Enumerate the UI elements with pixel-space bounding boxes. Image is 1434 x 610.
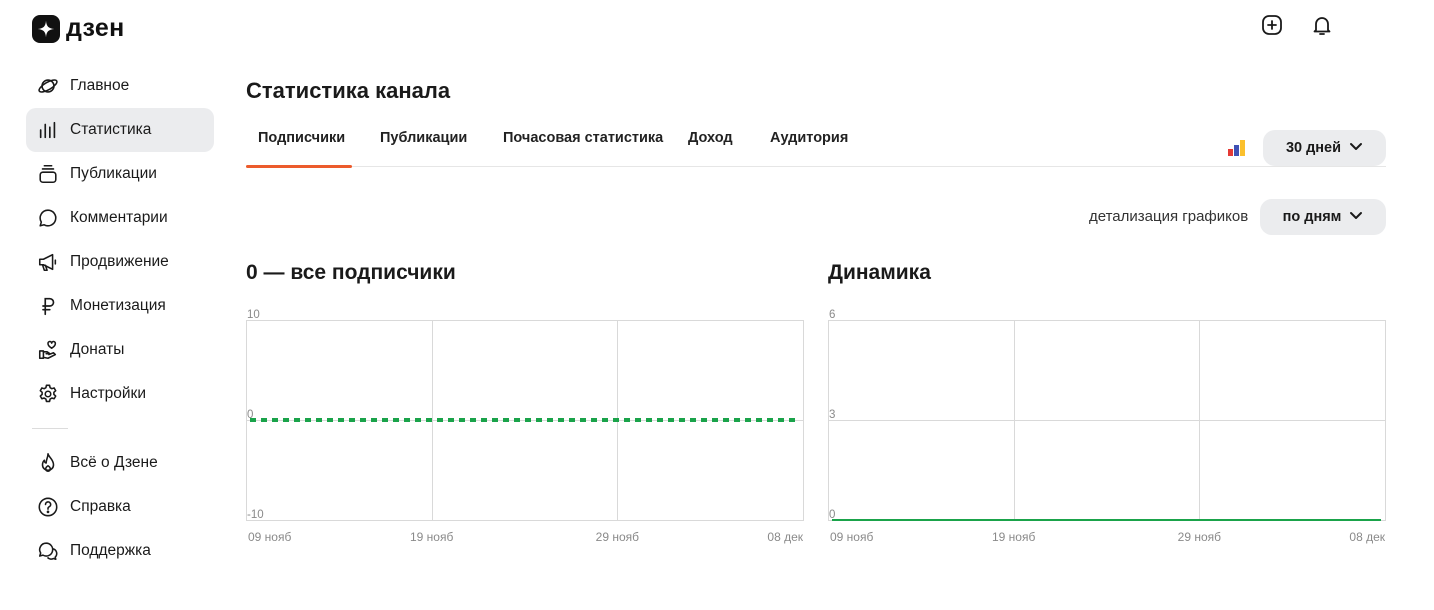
sidebar-item-label: Продвижение [70,253,169,270]
planet-icon [36,74,60,98]
sidebar-item-monetization[interactable]: Монетизация [26,284,214,328]
metrica-icon[interactable] [1228,140,1246,156]
chart-title-dynamics: Динамика [828,261,931,284]
x-tick-label: 09 нояб [830,530,873,544]
chat-bubbles-icon [36,539,60,563]
sidebar-item-label: Главное [70,77,130,94]
sidebar-item-settings[interactable]: Настройки [26,372,214,416]
bar-chart-icon [36,118,60,142]
detail-label: детализация графиков [1089,208,1249,225]
x-tick-label: 08 дек [1349,530,1385,544]
sidebar-item-about[interactable]: Всё о Дзене [26,441,214,485]
stack-icon [36,162,60,186]
topbar-actions [1259,12,1335,38]
dynamics-chart: 6 3 0 09 нояб 19 нояб 29 нояб 08 дек [822,305,1392,550]
tab-hourly-stats[interactable]: Почасовая статистика [503,118,663,167]
sidebar-item-label: Статистика [70,121,152,138]
chevron-down-icon [1349,208,1363,226]
tab-label: Доход [688,130,733,146]
dzen-star-icon [32,14,60,43]
chart-title-subscribers: 0 — все подписчики [246,261,456,284]
x-tick-label: 19 нояб [410,530,453,544]
add-icon[interactable] [1259,12,1285,38]
stats-tabs: Подписчики Публикации Почасовая статисти… [246,118,1386,168]
brand-name: дзен [66,14,125,42]
sidebar-item-label: Всё о Дзене [70,454,158,471]
sidebar-divider [32,428,68,429]
dzen-logo[interactable]: дзен [32,14,124,43]
y-tick-label: -10 [247,509,264,521]
x-tick-label: 29 нояб [1178,530,1221,544]
y-tick-label: 3 [829,409,835,421]
y-tick-label: 6 [829,309,835,321]
hand-heart-icon [36,338,60,362]
sidebar-item-promotion[interactable]: Продвижение [26,240,214,284]
tab-subscribers[interactable]: Подписчики [246,118,352,168]
detail-dropdown[interactable]: по дням [1260,199,1386,235]
x-tick-label: 09 нояб [248,530,291,544]
sidebar-item-help[interactable]: Справка [26,485,214,529]
tab-publications[interactable]: Публикации [380,118,467,167]
x-tick-label: 08 дек [767,530,803,544]
tab-income[interactable]: Доход [688,118,733,167]
help-icon [36,495,60,519]
sidebar-item-label: Настройки [70,385,147,402]
sidebar-item-comments[interactable]: Комментарии [26,196,214,240]
page-title: Статистика канала [246,78,451,103]
sidebar-item-label: Поддержка [70,542,151,559]
x-tick-label: 19 нояб [992,530,1035,544]
subscribers-chart: 10 0 -10 09 нояб 19 нояб 29 нояб 08 дек [240,305,810,550]
x-tick-label: 29 нояб [596,530,639,544]
detail-value: по дням [1282,209,1342,225]
y-tick-label: 10 [247,309,260,321]
gear-icon [36,382,60,406]
sidebar-item-label: Монетизация [70,297,166,314]
tab-label: Публикации [380,130,468,146]
tab-label: Подписчики [258,130,346,146]
period-value: 30 дней [1285,140,1342,156]
tab-label: Аудитория [770,130,849,146]
comment-icon [36,206,60,230]
sidebar-item-donations[interactable]: Донаты [26,328,214,372]
sidebar-nav: Главное Статистика Публикации Комментари… [26,64,214,573]
sidebar-item-label: Донаты [70,341,125,358]
tab-label: Почасовая статистика [503,130,664,146]
ruble-icon [36,294,60,318]
period-dropdown[interactable]: 30 дней [1263,130,1386,166]
bell-icon[interactable] [1309,12,1335,38]
sidebar-item-label: Публикации [70,165,157,182]
flame-icon [36,451,60,475]
sidebar-item-label: Справка [70,498,131,515]
chevron-down-icon [1349,139,1363,157]
sidebar-item-support[interactable]: Поддержка [26,529,214,573]
sidebar-item-label: Комментарии [70,209,168,226]
sidebar-item-statistics[interactable]: Статистика [26,108,214,152]
tab-audience[interactable]: Аудитория [770,118,848,167]
megaphone-icon [36,250,60,274]
sidebar-item-publications[interactable]: Публикации [26,152,214,196]
sidebar-item-main[interactable]: Главное [26,64,214,108]
